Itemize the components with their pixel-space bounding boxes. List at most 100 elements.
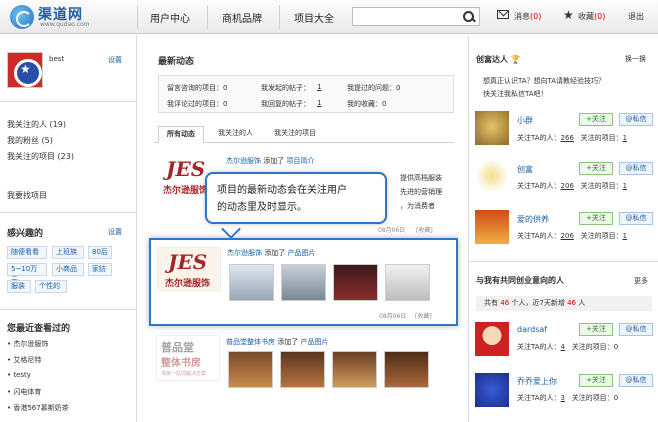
avatar[interactable] xyxy=(7,52,43,88)
section-desc: 快关注我私信TA吧！ xyxy=(483,90,548,98)
message-button[interactable]: @私信 xyxy=(619,212,653,225)
avatar[interactable] xyxy=(475,373,509,407)
product-thumbnail[interactable] xyxy=(384,351,429,388)
person-name-link[interactable]: 爱的供养 xyxy=(517,214,549,225)
recent-item[interactable]: • 闪电体育 xyxy=(7,387,41,397)
divider xyxy=(0,212,136,213)
interest-tag[interactable]: 随便看看 xyxy=(7,246,47,259)
person-stats: 关注TA的人：266 关注的项目：1 xyxy=(517,134,628,142)
brand-logo-mark: JES xyxy=(168,250,208,274)
tooltip-line: 项目的最新动态会在关注用户 xyxy=(217,185,347,196)
mail-icon[interactable] xyxy=(497,10,509,19)
stat-replies-count[interactable]: 1 xyxy=(317,99,321,107)
avatar[interactable] xyxy=(475,111,509,145)
site-logo[interactable]: 渠道网 www.qudao.com xyxy=(10,4,110,30)
favorite-link[interactable]: [收藏] xyxy=(415,311,432,320)
product-thumbnail[interactable] xyxy=(332,351,377,388)
following-projects-link[interactable]: 我关注的项目 (23) xyxy=(7,151,74,162)
interest-tag[interactable]: 服装 xyxy=(7,280,31,293)
person-name-link[interactable]: 创富 xyxy=(517,164,533,175)
stat-posts-count[interactable]: 1 xyxy=(317,83,321,91)
more-link[interactable]: 更多 xyxy=(634,276,648,286)
feed-snippet: 提供高档服装 xyxy=(400,174,442,182)
follow-button[interactable]: +关注 xyxy=(579,162,613,175)
feed-company-link[interactable]: 普品堂整体书房 xyxy=(226,338,275,346)
interest-tag[interactable]: 小商品 xyxy=(52,263,84,276)
feed-target-link[interactable]: 产品图片 xyxy=(287,249,315,257)
tab-all-activity[interactable]: 所有动态 xyxy=(158,126,204,143)
interest-tag[interactable]: 个性的 xyxy=(35,280,67,293)
shop-logo-tag: 书房一站式解决方案 xyxy=(161,371,207,377)
message-button[interactable]: @私信 xyxy=(619,374,653,387)
nav-user-center[interactable]: 用户中心 xyxy=(150,10,190,25)
follow-button[interactable]: +关注 xyxy=(579,212,613,225)
follow-button[interactable]: +关注 xyxy=(579,323,613,336)
person-name-link[interactable]: 小群 xyxy=(517,115,533,126)
nav-divider xyxy=(137,5,138,29)
product-thumbnail[interactable] xyxy=(229,264,274,301)
feed-snippet: ，为消费者 xyxy=(400,202,435,210)
logout-link[interactable]: 退出 xyxy=(628,11,644,22)
product-thumbnail[interactable] xyxy=(228,351,273,388)
avatar[interactable] xyxy=(475,210,509,244)
nav-divider xyxy=(207,5,208,29)
search-input[interactable] xyxy=(352,7,480,26)
feed-target-link[interactable]: 产品图片 xyxy=(300,338,328,346)
interest-tag[interactable]: 80后 xyxy=(88,246,112,259)
feed-company-link[interactable]: 杰尔逊服饰 xyxy=(226,157,261,165)
product-thumbnail[interactable] xyxy=(280,351,325,388)
avatar[interactable] xyxy=(475,159,509,193)
message-button[interactable]: @私信 xyxy=(619,162,653,175)
brand-logo-text: 杰尔逊服饰 xyxy=(163,186,209,196)
brand-logo-text: 杰尔逊服饰 xyxy=(165,279,211,289)
search-icon[interactable] xyxy=(463,11,475,23)
person-name-link[interactable]: 乔乔爱上你 xyxy=(517,376,557,387)
interest-tag[interactable]: 家纺 xyxy=(88,263,112,276)
favorite-link[interactable]: [收藏] xyxy=(416,225,433,234)
favorites-link[interactable]: 收藏(0) xyxy=(578,11,605,22)
product-thumbnail[interactable] xyxy=(333,264,378,301)
page-title: 最新动态 xyxy=(158,57,195,67)
product-thumbnail[interactable] xyxy=(385,264,430,301)
fans-link[interactable]: 我的粉丝 (5) xyxy=(7,135,53,146)
nav-projects[interactable]: 项目大全 xyxy=(294,10,334,25)
profile-settings-link[interactable]: 设置 xyxy=(108,55,122,65)
message-button[interactable]: @私信 xyxy=(619,113,653,126)
person-name-link[interactable]: dardsaf xyxy=(517,325,547,334)
shop-logo[interactable]: 普品堂 整体书房 书房一站式解决方案 xyxy=(156,335,220,381)
follow-button[interactable]: +关注 xyxy=(579,113,613,126)
interest-tag[interactable]: 上班族 xyxy=(52,246,84,259)
refresh-link[interactable]: 换一换 xyxy=(625,54,646,64)
person-stats: 关注TA的人：206 关注的项目：1 xyxy=(517,182,628,190)
find-project-link[interactable]: 我要找项目 xyxy=(7,190,47,201)
messages-link[interactable]: 消息(0) xyxy=(514,11,541,22)
recent-item[interactable]: • 杰尔逊服饰 xyxy=(7,339,48,349)
following-people-link[interactable]: 我关注的人 (19) xyxy=(7,119,66,130)
section-desc: 想真正认识TA？想向TA请教经验技巧？ xyxy=(483,77,606,85)
message-button[interactable]: @私信 xyxy=(619,323,653,336)
username: best xyxy=(49,55,65,63)
recent-item[interactable]: • 艾格尼特 xyxy=(7,355,41,365)
feed-tabs: 所有动态 我关注的人 我关注的项目 xyxy=(154,126,454,143)
nav-business-brands[interactable]: 商机品牌 xyxy=(222,10,262,25)
divider xyxy=(0,309,136,310)
product-thumbnail[interactable] xyxy=(281,264,326,301)
avatar[interactable] xyxy=(475,322,509,356)
person-stats: 关注TA的人：4 关注的项目：0 xyxy=(517,343,619,351)
brand-logo[interactable]: JES 杰尔逊服饰 xyxy=(157,247,221,291)
top-bar: 渠道网 www.qudao.com 用户中心 商机品牌 项目大全 消息(0) ★… xyxy=(0,0,658,34)
feed-company-link[interactable]: 杰尔逊服饰 xyxy=(227,249,262,257)
follow-button[interactable]: +关注 xyxy=(579,374,613,387)
feed-target-link[interactable]: 项目简介 xyxy=(286,157,314,165)
right-sidebar: 创富达人 🏆 换一换 想真正认识TA？想向TA请教经验技巧？ 快关注我私信TA吧… xyxy=(468,35,658,422)
interest-settings-link[interactable]: 设置 xyxy=(108,227,122,237)
star-icon[interactable]: ★ xyxy=(563,8,574,22)
tab-following-projects[interactable]: 我关注的项目 xyxy=(266,126,324,143)
interest-tag[interactable]: 5~10万元 xyxy=(7,263,47,284)
brand-logo-mark: JES xyxy=(166,157,206,181)
tab-following-people[interactable]: 我关注的人 xyxy=(210,126,261,143)
stat-commented: 我评论过的项目：0 xyxy=(167,100,228,108)
recent-item[interactable]: • testy xyxy=(7,371,31,379)
recent-item[interactable]: • 香港567慕斯奶茶 xyxy=(7,403,69,413)
shop-logo-name: 普品堂 xyxy=(161,341,194,354)
